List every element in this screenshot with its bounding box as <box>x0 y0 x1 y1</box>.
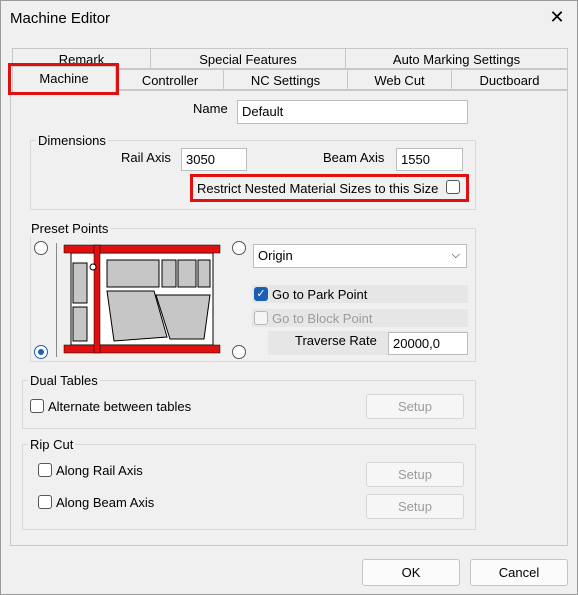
preset-points-group-label: Preset Points <box>29 221 111 236</box>
traverse-rate-input[interactable]: 20000,0 <box>388 332 468 355</box>
tab-ductboard[interactable]: Ductboard <box>451 69 568 90</box>
alternate-tables-checkbox[interactable] <box>30 399 44 413</box>
rip-beam-setup-button[interactable]: Setup <box>366 494 464 519</box>
rip-along-rail-checkbox[interactable] <box>38 463 52 477</box>
preset-point-select-value: Origin <box>258 248 293 263</box>
tab-auto-marking-settings[interactable]: Auto Marking Settings <box>345 48 568 69</box>
rip-cut-group-label: Rip Cut <box>28 437 76 452</box>
dual-tables-group-label: Dual Tables <box>28 373 100 388</box>
preset-point-top-right-radio[interactable] <box>232 241 246 255</box>
rail-axis-label: Rail Axis <box>121 150 171 165</box>
name-input[interactable]: Default <box>237 100 468 124</box>
rip-rail-setup-button[interactable]: Setup <box>366 462 464 487</box>
close-icon[interactable]: ✕ <box>546 6 568 28</box>
rip-along-rail-label: Along Rail Axis <box>56 463 143 478</box>
ok-button[interactable]: OK <box>362 559 460 586</box>
dimensions-group-label: Dimensions <box>36 133 108 148</box>
preset-point-select[interactable]: Origin ⌵ <box>253 244 467 268</box>
block-point-label: Go to Block Point <box>272 311 373 326</box>
tab-web-cut[interactable]: Web Cut <box>347 69 452 90</box>
name-label: Name <box>193 101 228 116</box>
rail-axis-input[interactable]: 3050 <box>181 148 247 171</box>
machine-tab-highlight <box>8 63 119 95</box>
preset-point-top-left-radio[interactable] <box>34 241 48 255</box>
restrict-size-checkbox[interactable] <box>446 180 460 194</box>
machine-bed-diagram <box>54 243 224 357</box>
restrict-size-label: Restrict Nested Material Sizes to this S… <box>197 181 439 196</box>
cancel-button[interactable]: Cancel <box>470 559 568 586</box>
chevron-down-icon: ⌵ <box>451 249 460 261</box>
tab-nc-settings[interactable]: NC Settings <box>223 69 348 90</box>
window-title: Machine Editor <box>10 10 111 27</box>
preset-point-bottom-left-radio[interactable] <box>34 345 48 359</box>
tab-controller[interactable]: Controller <box>116 69 224 90</box>
park-point-checkbox[interactable]: ✓ <box>254 287 268 301</box>
preset-point-bottom-right-radio[interactable] <box>232 345 246 359</box>
rip-along-beam-checkbox[interactable] <box>38 495 52 509</box>
traverse-rate-label: Traverse Rate <box>295 333 377 348</box>
park-point-label: Go to Park Point <box>272 287 368 302</box>
beam-axis-input[interactable]: 1550 <box>396 148 463 171</box>
block-point-checkbox[interactable] <box>254 311 268 325</box>
tab-special-features[interactable]: Special Features <box>150 48 346 69</box>
alternate-tables-label: Alternate between tables <box>48 399 192 414</box>
beam-axis-label: Beam Axis <box>323 150 385 165</box>
dual-tables-setup-button[interactable]: Setup <box>366 394 464 419</box>
rip-along-beam-label: Along Beam Axis <box>56 495 155 510</box>
